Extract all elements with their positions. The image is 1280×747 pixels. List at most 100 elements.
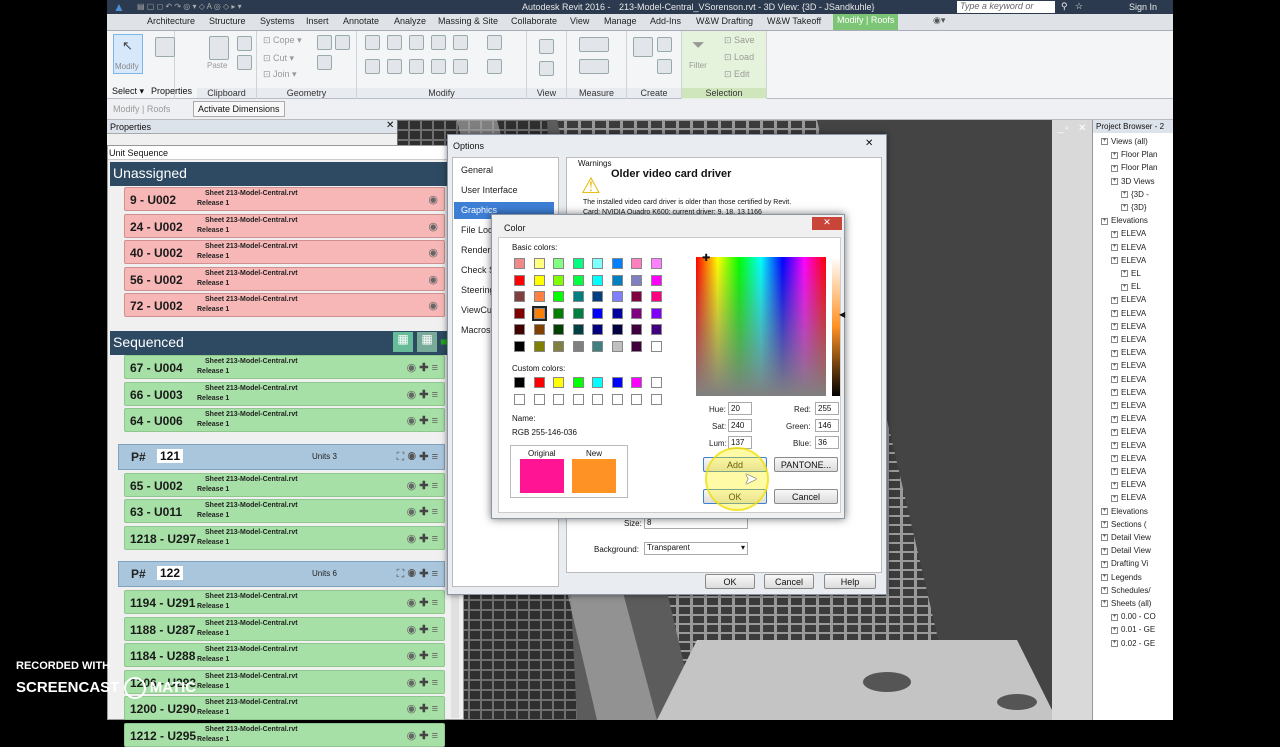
basic-color-swatch[interactable] <box>572 307 584 319</box>
unit-card[interactable]: 9 - U002 Sheet 213-Model-Central.rvt Relea… <box>124 187 445 211</box>
hue-input[interactable]: 20 <box>728 402 752 415</box>
expand-icon[interactable]: + <box>1101 534 1108 542</box>
unit-actions[interactable]: ◉ ✚ ≡ <box>407 414 438 427</box>
basic-color-swatch[interactable] <box>533 274 545 286</box>
group-number[interactable]: 122 <box>157 566 184 580</box>
unit-card[interactable]: 66 - U003 Sheet 213-Model-Central.rvt Rele… <box>124 381 445 406</box>
custom-color-swatch[interactable] <box>611 377 623 388</box>
quick-access-icons[interactable]: ▤ ▢ ◻ ↶ ↷ ◎ ▾ ◇ A ◎ ◇ ▸ ▾ <box>137 2 242 11</box>
basic-color-swatch[interactable] <box>650 340 662 352</box>
basic-color-swatch[interactable] <box>514 307 525 319</box>
pin-icon[interactable] <box>487 35 502 50</box>
tab-structure[interactable]: Structure <box>209 16 246 26</box>
pantone-button[interactable]: PANTONE... <box>774 457 838 472</box>
sat-input[interactable]: 240 <box>728 419 752 432</box>
eye-icon[interactable]: ◉ <box>407 415 417 427</box>
geometry-tool-icon[interactable] <box>317 55 332 70</box>
basic-color-swatch[interactable] <box>611 324 623 335</box>
basic-color-swatch[interactable] <box>592 274 603 286</box>
browser-tree-item[interactable]: + Sheets (all) <box>1101 599 1151 608</box>
custom-color-swatch[interactable] <box>533 393 545 405</box>
filter-icon[interactable]: ⏷ <box>692 37 705 55</box>
expand-icon[interactable]: + <box>1111 494 1118 502</box>
custom-color-swatch[interactable] <box>650 393 662 405</box>
expand-icon[interactable]: + <box>1101 600 1108 608</box>
browser-tree-item[interactable]: + ELEVA <box>1111 454 1146 463</box>
expand-icon[interactable]: + <box>1111 415 1118 423</box>
unit-actions[interactable]: ◉ ✚ ≡ <box>407 388 438 401</box>
tab-add-ins[interactable]: Add-Ins <box>650 16 681 26</box>
unit-actions[interactable]: ◉ ✚ ≡ <box>407 505 438 518</box>
group-number[interactable]: 121 <box>157 448 184 463</box>
sign-in-link[interactable]: Sign In <box>1129 2 1157 12</box>
unit-card[interactable]: 1218 - U297 Sheet 213-Model-Central.rvt Re… <box>124 525 445 550</box>
sequence-tool-icon[interactable]: ▦ <box>393 332 413 352</box>
browser-tree-item[interactable]: + Detail View <box>1101 546 1151 555</box>
mirror-icon[interactable] <box>409 35 424 50</box>
crosshair-icon[interactable]: ✚ <box>702 253 710 264</box>
expand-icon[interactable]: + <box>1121 204 1128 212</box>
tab-ww-takeoff[interactable]: W&W Takeoff <box>767 16 821 26</box>
basic-color-swatch[interactable] <box>611 291 623 302</box>
unit-card[interactable]: 1212 - U295 Sheet 213-Model-Central.rvt Re… <box>124 722 445 747</box>
eye-icon[interactable]: ◉ <box>407 624 417 636</box>
browser-tree-item[interactable]: + {3D - <box>1121 190 1149 199</box>
basic-color-swatch[interactable] <box>553 324 564 335</box>
unit-card[interactable]: 40 - U002 Sheet 213-Model-Central.rvt Rele… <box>124 240 445 264</box>
basic-color-swatch[interactable] <box>631 307 642 319</box>
tab-view[interactable]: View <box>570 16 589 26</box>
modify-button[interactable]: ↖ Modify <box>113 34 143 74</box>
unit-card[interactable]: 1200 - U290 Sheet 213-Model-Central.rvt Re… <box>124 696 445 720</box>
basic-color-swatch[interactable] <box>631 291 642 302</box>
custom-color-swatch[interactable] <box>553 377 564 388</box>
sequence-tool-icon[interactable]: ▦ <box>417 332 437 352</box>
slider-arrow-icon[interactable]: ◀ <box>839 310 845 319</box>
unit-card[interactable]: 1188 - U287 Sheet 213-Model-Central.rvt Re… <box>124 616 445 641</box>
browser-tree-item[interactable]: + Sections ( <box>1101 520 1147 529</box>
view-tool-icon[interactable] <box>539 61 554 76</box>
eye-icon[interactable]: ◉ <box>407 703 417 715</box>
tab-manage[interactable]: Manage <box>604 16 637 26</box>
basic-color-swatch[interactable] <box>553 307 564 319</box>
browser-tree-item[interactable]: + ELEVA <box>1111 414 1146 423</box>
tab-systems[interactable]: Systems <box>260 16 295 26</box>
browser-tree-item[interactable]: + ELEVA <box>1111 467 1146 476</box>
eye-icon[interactable]: ◉ <box>407 362 417 374</box>
expand-icon[interactable]: + <box>1111 428 1118 436</box>
unit-actions[interactable]: ◉ ✚ ≡ <box>407 729 438 742</box>
browser-tree-item[interactable]: + ELEVA <box>1111 243 1146 252</box>
move-icon[interactable] <box>365 59 380 74</box>
browser-tree-item[interactable]: + ELEVA <box>1111 493 1146 502</box>
expand-icon[interactable]: + <box>1111 402 1118 410</box>
basic-color-swatch[interactable] <box>572 291 584 302</box>
browser-tree-item[interactable]: + Legends <box>1101 573 1142 582</box>
custom-color-swatch[interactable] <box>533 377 545 388</box>
basic-color-swatch[interactable] <box>553 258 564 269</box>
expand-icon[interactable]: + <box>1101 560 1108 568</box>
cope-button[interactable]: ⊡ Cope ▾ <box>263 35 302 46</box>
binoculars-icon[interactable]: ⚲ <box>1061 1 1068 12</box>
align-icon[interactable] <box>365 35 380 50</box>
basic-color-swatch[interactable] <box>533 324 545 335</box>
copy-element-icon[interactable] <box>387 59 402 74</box>
eye-icon[interactable]: ◉ <box>407 730 417 742</box>
color-spectrum[interactable] <box>696 257 826 396</box>
sequence-group[interactable]: P# 121 Units 3 ⛶ ◉ ✚ ≡ <box>118 443 445 470</box>
expand-icon[interactable]: + <box>1101 138 1108 146</box>
custom-color-swatch[interactable] <box>553 393 564 405</box>
mirror-draw-icon[interactable] <box>431 35 446 50</box>
eye-icon[interactable]: ◉ <box>428 273 438 286</box>
tab-annotate[interactable]: Annotate <box>343 16 379 26</box>
measure-icon[interactable] <box>579 37 609 52</box>
expand-icon[interactable]: + <box>1111 230 1118 238</box>
dimension-icon[interactable] <box>579 59 609 74</box>
custom-color-swatch[interactable] <box>611 393 623 405</box>
blue-input[interactable]: 36 <box>815 436 839 449</box>
unit-card[interactable]: 63 - U011 Sheet 213-Model-Central.rvt Rele… <box>124 499 445 523</box>
group-actions[interactable]: ⛶ ◉ ✚ ≡ <box>397 450 438 464</box>
browser-tree-item[interactable]: + ELEVA <box>1111 427 1146 436</box>
basic-color-swatch[interactable] <box>611 307 623 319</box>
browser-tree-item[interactable]: + EL <box>1121 269 1141 278</box>
basic-color-swatch[interactable] <box>592 307 603 319</box>
browser-tree-item[interactable]: + ELEVA <box>1111 256 1146 265</box>
